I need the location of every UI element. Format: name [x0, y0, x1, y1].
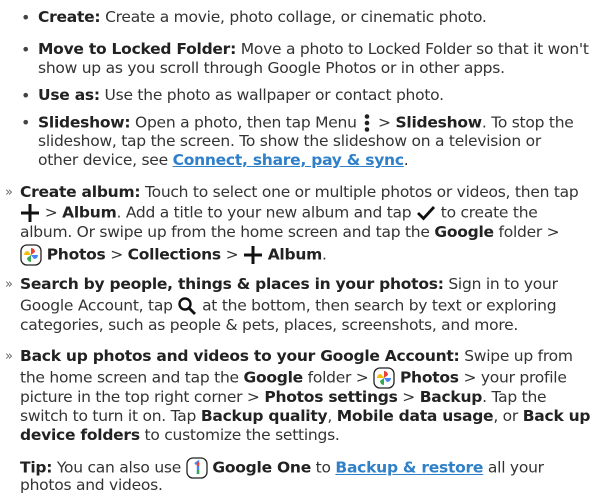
tip-label: Tip: — [20, 458, 53, 477]
connect-share-link[interactable]: Connect, share, pay & sync — [173, 151, 404, 169]
search-line2: Google Account, tap at the bottom, then … — [20, 296, 557, 316]
tip-post: all your — [487, 458, 544, 477]
backup-line5: device folders to customize the settings… — [20, 426, 340, 445]
tip-one: Google One — [212, 458, 311, 477]
search-line2b: at the bottom, then search by text or ex… — [202, 296, 557, 315]
backup-line3a: picture in the top right corner > — [20, 388, 260, 406]
search-icon — [178, 297, 197, 315]
backup-quality: Backup quality — [200, 407, 328, 425]
backup-line4: switch to turn it on. Tap Backup quality… — [20, 407, 591, 426]
backup-or: , or — [493, 407, 519, 425]
slideshow-target: Slideshow — [395, 113, 482, 132]
tip-line2: photos and videos. — [20, 476, 163, 494]
google-one-icon — [186, 457, 208, 479]
create-item: Create: Create a movie, photo collage, o… — [38, 8, 487, 27]
backup-line2: the home screen and tap the Google folde… — [20, 367, 567, 389]
backup-line1: Back up photos and videos to your Google… — [20, 347, 573, 366]
slideshow-item-line1: Slideshow: Open a photo, then tap Menu >… — [38, 113, 574, 133]
slideshow-line3: other device, see — [38, 151, 168, 169]
useas-item: Use as: Use the photo as wallpaper or co… — [38, 86, 444, 105]
backup-line2a: the home screen and tap the — [20, 368, 239, 387]
backup-photos: Photos — [399, 368, 459, 387]
bullet-marker: • — [21, 8, 31, 27]
google-photos-icon — [373, 367, 395, 389]
plus-icon — [244, 246, 262, 264]
backup-comma: , — [327, 407, 333, 425]
slideshow-label: Slideshow: — [38, 113, 131, 132]
create-text: Create a movie, photo collage, or cinema… — [105, 8, 487, 26]
locked-item-line2: show up as you scroll through Google Pho… — [38, 59, 505, 77]
album-end: . — [322, 245, 327, 264]
backup-line2b: folder > — [307, 368, 369, 387]
useas-text: Use the photo as wallpaper or contact ph… — [104, 86, 445, 104]
slideshow-end: . — [403, 151, 409, 169]
backup-google: Google — [243, 368, 304, 387]
create-label: Create: — [38, 8, 101, 26]
album-sep2: > — [110, 245, 123, 264]
slideshow-post: . To stop the — [481, 113, 574, 132]
search-pre: Sign in to your — [448, 275, 558, 293]
locked-text-1: Move a photo to Locked Folder so that it… — [240, 40, 589, 58]
bullet-marker: • — [21, 113, 31, 132]
section-marker: » — [5, 349, 13, 364]
album-sep3: > — [225, 245, 239, 264]
bullet-marker: • — [21, 86, 31, 105]
album-line1: Create album: Touch to select one or mul… — [20, 183, 579, 202]
album-mid2: to create the — [440, 203, 538, 222]
backup-restore-link[interactable]: Backup & restore — [335, 459, 483, 477]
album-line3-text: album. Or swipe up from the home screen … — [20, 223, 430, 241]
plus-icon — [21, 204, 39, 222]
album-photos: Photos — [46, 245, 106, 264]
locked-item-line1: Move to Locked Folder: Move a photo to L… — [38, 40, 589, 59]
menu-icon — [365, 114, 370, 132]
album-line4: Photos > Collections > Album. — [20, 244, 327, 266]
backup-folders: Back up — [522, 407, 591, 425]
backup-line4a: switch to turn it on. Tap — [20, 407, 197, 425]
section-marker: » — [5, 277, 13, 292]
checkmark-icon — [417, 206, 436, 221]
bullet-marker: • — [21, 40, 31, 59]
slideshow-item-line2: slideshow, tap the screen. To show the s… — [38, 132, 542, 150]
backup-backup: Backup — [419, 388, 483, 406]
backup-line2c: > your profile — [463, 368, 567, 387]
backup-label: Back up photos and videos to your Google… — [20, 347, 460, 365]
locked-label: Move to Locked Folder: — [38, 40, 237, 58]
search-line3: categories, such as people & pets, place… — [20, 316, 519, 334]
backup-mobile: Mobile data usage — [336, 407, 494, 425]
backup-sep: > — [402, 388, 415, 406]
backup-settings: Photos settings — [264, 388, 398, 406]
document-page: • Create: Create a movie, photo collage,… — [0, 0, 591, 494]
backup-pre: Swipe up from — [464, 347, 573, 365]
backup-line3: picture in the top right corner > Photos… — [20, 388, 547, 407]
album-line3: album. Or swipe up from the home screen … — [20, 223, 560, 242]
google-photos-icon — [20, 244, 42, 266]
useas-label: Use as: — [38, 86, 100, 104]
album-label: Create album: — [20, 183, 141, 201]
album-album2: Album — [267, 245, 323, 264]
tip-pre: You can also use — [56, 458, 182, 477]
section-marker: » — [5, 185, 13, 200]
backup-line5b: to customize the settings. — [144, 426, 340, 444]
album-google: Google — [434, 223, 494, 241]
search-line2a: Google Account, tap — [20, 296, 173, 315]
slideshow-sep: > — [378, 113, 391, 132]
album-mid: . Add a title to your new album and tap — [116, 203, 412, 222]
album-line2: > Album. Add a title to your new album a… — [20, 203, 538, 223]
album-collections: Collections — [127, 245, 221, 264]
album-sep: > — [44, 203, 58, 222]
slideshow-item-line3: other device, see Connect, share, pay & … — [38, 151, 409, 170]
search-label: Search by people, things & places in you… — [20, 275, 444, 293]
album-folder: folder > — [498, 223, 560, 241]
slideshow-pre: Open a photo, then tap Menu — [135, 113, 357, 132]
backup-line5a: device folders — [20, 426, 140, 444]
backup-line3b: . Tap the — [482, 388, 547, 406]
album-text-1: Touch to select one or multiple photos o… — [145, 183, 579, 201]
search-line1: Search by people, things & places in you… — [20, 275, 558, 294]
album-album: Album — [62, 203, 117, 222]
tip-to: to — [315, 458, 331, 477]
